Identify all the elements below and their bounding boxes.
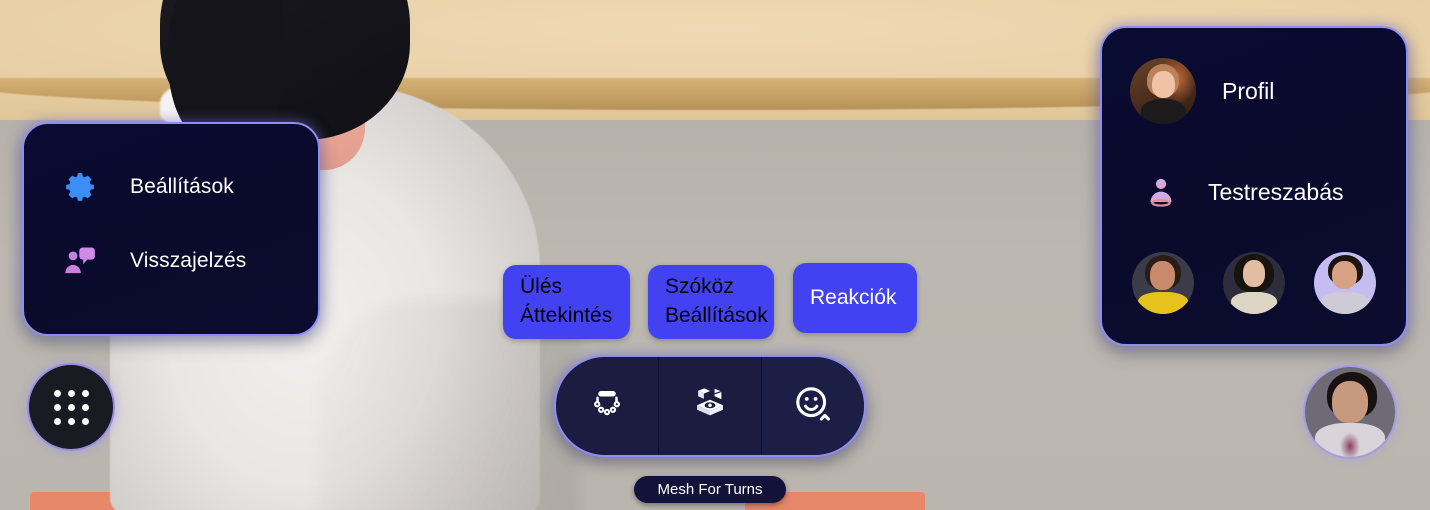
seating-arrangement-button[interactable] xyxy=(556,357,658,455)
menu-item-customize-label: Testreszabás xyxy=(1208,178,1344,205)
reactions-button[interactable]: Reakciók xyxy=(793,263,917,333)
seating-arrangement-icon xyxy=(586,383,628,430)
mesh-meeting-screen: Beállítások Visszajelzés Profil Testresz… xyxy=(0,0,1430,510)
settings-menu-panel: Beállítások Visszajelzés xyxy=(22,122,320,336)
self-avatar[interactable] xyxy=(1303,365,1397,459)
participant-avatar-list xyxy=(1102,230,1406,330)
seating-overview-line-1: Ülés xyxy=(520,275,563,299)
avatar-person-icon xyxy=(1140,171,1182,213)
menu-item-profile[interactable]: Profil xyxy=(1102,28,1406,154)
apps-grid-icon xyxy=(53,389,89,425)
immersive-3d-view-icon xyxy=(689,383,731,430)
feedback-person-chat-icon xyxy=(60,241,100,281)
menu-item-feedback[interactable]: Visszajelzés xyxy=(60,224,318,298)
participant-avatar-2[interactable] xyxy=(1222,252,1285,314)
participant-avatar-3[interactable] xyxy=(1313,252,1376,314)
room-settings-line-1: Szóköz xyxy=(665,275,734,299)
menu-item-settings-label: Beállítások xyxy=(130,175,234,198)
apps-grid-button[interactable] xyxy=(27,363,115,451)
profile-avatar xyxy=(1130,58,1196,124)
seating-overview-button[interactable]: Ülés Áttekintés xyxy=(503,265,630,339)
gear-icon xyxy=(60,167,100,207)
toolbar-tooltip: Mesh For Turns xyxy=(634,476,786,503)
immersive-view-button[interactable] xyxy=(658,357,761,455)
meeting-toolbar xyxy=(554,355,866,457)
toolbar-tooltip-label: Mesh For Turns xyxy=(657,481,763,498)
reactions-menu-button[interactable] xyxy=(761,357,864,455)
menu-item-customize[interactable]: Testreszabás xyxy=(1102,154,1406,230)
menu-item-settings[interactable]: Beállítások xyxy=(60,150,318,224)
profile-panel: Profil Testreszabás xyxy=(1100,26,1408,346)
menu-item-feedback-label: Visszajelzés xyxy=(130,249,247,272)
smiley-face-chevron-icon xyxy=(791,382,835,431)
room-settings-line-2: Beállítások xyxy=(665,304,768,327)
room-settings-button[interactable]: Szóköz Beállítások xyxy=(648,265,774,339)
menu-item-profile-label: Profil xyxy=(1222,77,1275,104)
reactions-label: Reakciók xyxy=(810,285,897,309)
participant-avatar-1[interactable] xyxy=(1132,252,1195,314)
seating-overview-line-2: Áttekintés xyxy=(520,304,613,327)
